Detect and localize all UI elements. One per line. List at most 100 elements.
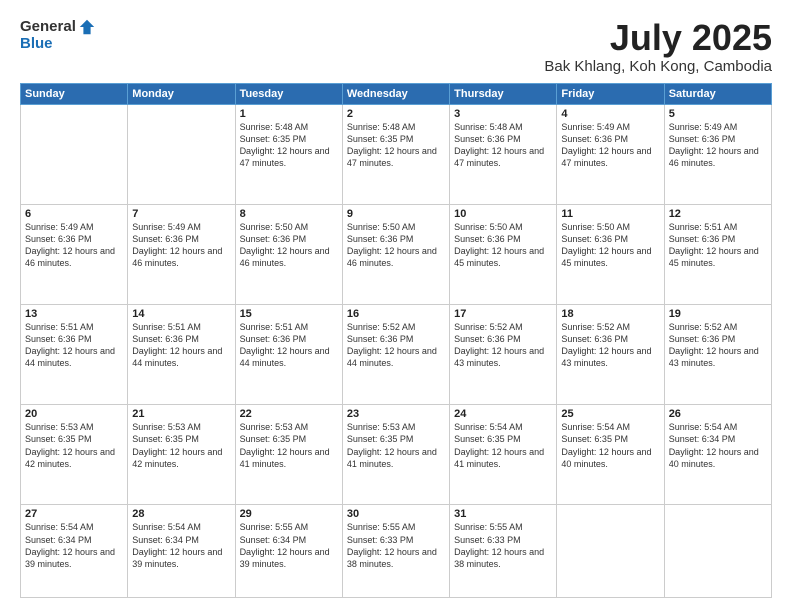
day-info: Sunrise: 5:54 AMSunset: 6:35 PMDaylight:… — [454, 421, 552, 470]
weekday-header-tuesday: Tuesday — [235, 83, 342, 104]
day-number: 21 — [132, 408, 230, 420]
calendar-cell: 13Sunrise: 5:51 AMSunset: 6:36 PMDayligh… — [21, 305, 128, 405]
weekday-header-sunday: Sunday — [21, 83, 128, 104]
week-row-5: 27Sunrise: 5:54 AMSunset: 6:34 PMDayligh… — [21, 505, 772, 598]
calendar-cell: 14Sunrise: 5:51 AMSunset: 6:36 PMDayligh… — [128, 305, 235, 405]
header: General Blue July 2025 Bak Khlang, Koh K… — [20, 18, 772, 75]
day-number: 11 — [561, 208, 659, 220]
day-number: 3 — [454, 108, 552, 120]
weekday-header-friday: Friday — [557, 83, 664, 104]
day-info: Sunrise: 5:48 AMSunset: 6:36 PMDaylight:… — [454, 121, 552, 170]
calendar-cell: 31Sunrise: 5:55 AMSunset: 6:33 PMDayligh… — [450, 505, 557, 598]
calendar-cell: 25Sunrise: 5:54 AMSunset: 6:35 PMDayligh… — [557, 405, 664, 505]
day-number: 23 — [347, 408, 445, 420]
calendar-cell: 20Sunrise: 5:53 AMSunset: 6:35 PMDayligh… — [21, 405, 128, 505]
calendar-cell: 12Sunrise: 5:51 AMSunset: 6:36 PMDayligh… — [664, 204, 771, 304]
calendar-cell: 28Sunrise: 5:54 AMSunset: 6:34 PMDayligh… — [128, 505, 235, 598]
day-info: Sunrise: 5:51 AMSunset: 6:36 PMDaylight:… — [132, 321, 230, 370]
day-number: 15 — [240, 308, 338, 320]
day-info: Sunrise: 5:51 AMSunset: 6:36 PMDaylight:… — [240, 321, 338, 370]
day-info: Sunrise: 5:54 AMSunset: 6:34 PMDaylight:… — [132, 521, 230, 570]
day-info: Sunrise: 5:53 AMSunset: 6:35 PMDaylight:… — [25, 421, 123, 470]
calendar-cell: 26Sunrise: 5:54 AMSunset: 6:34 PMDayligh… — [664, 405, 771, 505]
calendar-cell: 5Sunrise: 5:49 AMSunset: 6:36 PMDaylight… — [664, 104, 771, 204]
day-info: Sunrise: 5:50 AMSunset: 6:36 PMDaylight:… — [561, 221, 659, 270]
calendar-cell: 3Sunrise: 5:48 AMSunset: 6:36 PMDaylight… — [450, 104, 557, 204]
week-row-4: 20Sunrise: 5:53 AMSunset: 6:35 PMDayligh… — [21, 405, 772, 505]
calendar-cell: 21Sunrise: 5:53 AMSunset: 6:35 PMDayligh… — [128, 405, 235, 505]
calendar-cell: 8Sunrise: 5:50 AMSunset: 6:36 PMDaylight… — [235, 204, 342, 304]
calendar-cell: 17Sunrise: 5:52 AMSunset: 6:36 PMDayligh… — [450, 305, 557, 405]
calendar-cell: 2Sunrise: 5:48 AMSunset: 6:35 PMDaylight… — [342, 104, 449, 204]
day-info: Sunrise: 5:54 AMSunset: 6:35 PMDaylight:… — [561, 421, 659, 470]
day-number: 19 — [669, 308, 767, 320]
page: General Blue July 2025 Bak Khlang, Koh K… — [0, 0, 792, 612]
calendar-cell: 22Sunrise: 5:53 AMSunset: 6:35 PMDayligh… — [235, 405, 342, 505]
day-number: 29 — [240, 508, 338, 520]
calendar-cell — [21, 104, 128, 204]
day-info: Sunrise: 5:52 AMSunset: 6:36 PMDaylight:… — [347, 321, 445, 370]
day-info: Sunrise: 5:53 AMSunset: 6:35 PMDaylight:… — [347, 421, 445, 470]
day-number: 31 — [454, 508, 552, 520]
day-number: 22 — [240, 408, 338, 420]
calendar-cell: 9Sunrise: 5:50 AMSunset: 6:36 PMDaylight… — [342, 204, 449, 304]
logo: General Blue — [20, 18, 96, 53]
day-number: 16 — [347, 308, 445, 320]
day-number: 6 — [25, 208, 123, 220]
day-info: Sunrise: 5:55 AMSunset: 6:33 PMDaylight:… — [454, 521, 552, 570]
calendar-cell: 11Sunrise: 5:50 AMSunset: 6:36 PMDayligh… — [557, 204, 664, 304]
calendar-cell: 7Sunrise: 5:49 AMSunset: 6:36 PMDaylight… — [128, 204, 235, 304]
day-info: Sunrise: 5:49 AMSunset: 6:36 PMDaylight:… — [132, 221, 230, 270]
day-info: Sunrise: 5:51 AMSunset: 6:36 PMDaylight:… — [25, 321, 123, 370]
calendar-cell: 24Sunrise: 5:54 AMSunset: 6:35 PMDayligh… — [450, 405, 557, 505]
weekday-header-saturday: Saturday — [664, 83, 771, 104]
calendar-cell: 4Sunrise: 5:49 AMSunset: 6:36 PMDaylight… — [557, 104, 664, 204]
day-number: 26 — [669, 408, 767, 420]
title-block: July 2025 Bak Khlang, Koh Kong, Cambodia — [544, 18, 772, 75]
day-number: 9 — [347, 208, 445, 220]
day-number: 12 — [669, 208, 767, 220]
calendar-cell: 16Sunrise: 5:52 AMSunset: 6:36 PMDayligh… — [342, 305, 449, 405]
day-info: Sunrise: 5:50 AMSunset: 6:36 PMDaylight:… — [240, 221, 338, 270]
day-number: 4 — [561, 108, 659, 120]
calendar-cell: 30Sunrise: 5:55 AMSunset: 6:33 PMDayligh… — [342, 505, 449, 598]
day-number: 24 — [454, 408, 552, 420]
calendar-cell — [557, 505, 664, 598]
calendar-cell: 27Sunrise: 5:54 AMSunset: 6:34 PMDayligh… — [21, 505, 128, 598]
calendar-cell: 23Sunrise: 5:53 AMSunset: 6:35 PMDayligh… — [342, 405, 449, 505]
calendar-cell: 29Sunrise: 5:55 AMSunset: 6:34 PMDayligh… — [235, 505, 342, 598]
day-info: Sunrise: 5:52 AMSunset: 6:36 PMDaylight:… — [454, 321, 552, 370]
week-row-3: 13Sunrise: 5:51 AMSunset: 6:36 PMDayligh… — [21, 305, 772, 405]
day-number: 8 — [240, 208, 338, 220]
logo-icon — [78, 18, 96, 36]
day-info: Sunrise: 5:53 AMSunset: 6:35 PMDaylight:… — [240, 421, 338, 470]
day-info: Sunrise: 5:49 AMSunset: 6:36 PMDaylight:… — [669, 121, 767, 170]
weekday-header-monday: Monday — [128, 83, 235, 104]
day-info: Sunrise: 5:49 AMSunset: 6:36 PMDaylight:… — [561, 121, 659, 170]
day-info: Sunrise: 5:50 AMSunset: 6:36 PMDaylight:… — [347, 221, 445, 270]
location-title: Bak Khlang, Koh Kong, Cambodia — [544, 58, 772, 75]
weekday-header-wednesday: Wednesday — [342, 83, 449, 104]
day-number: 1 — [240, 108, 338, 120]
month-title: July 2025 — [544, 18, 772, 58]
week-row-1: 1Sunrise: 5:48 AMSunset: 6:35 PMDaylight… — [21, 104, 772, 204]
calendar-cell: 15Sunrise: 5:51 AMSunset: 6:36 PMDayligh… — [235, 305, 342, 405]
day-info: Sunrise: 5:48 AMSunset: 6:35 PMDaylight:… — [240, 121, 338, 170]
logo-blue-text: Blue — [20, 36, 96, 53]
week-row-2: 6Sunrise: 5:49 AMSunset: 6:36 PMDaylight… — [21, 204, 772, 304]
weekday-header-row: SundayMondayTuesdayWednesdayThursdayFrid… — [21, 83, 772, 104]
day-number: 10 — [454, 208, 552, 220]
calendar-table: SundayMondayTuesdayWednesdayThursdayFrid… — [20, 83, 772, 598]
calendar-cell — [664, 505, 771, 598]
day-info: Sunrise: 5:54 AMSunset: 6:34 PMDaylight:… — [25, 521, 123, 570]
calendar-cell: 10Sunrise: 5:50 AMSunset: 6:36 PMDayligh… — [450, 204, 557, 304]
day-info: Sunrise: 5:49 AMSunset: 6:36 PMDaylight:… — [25, 221, 123, 270]
day-info: Sunrise: 5:52 AMSunset: 6:36 PMDaylight:… — [669, 321, 767, 370]
day-info: Sunrise: 5:54 AMSunset: 6:34 PMDaylight:… — [669, 421, 767, 470]
day-number: 2 — [347, 108, 445, 120]
day-number: 20 — [25, 408, 123, 420]
day-number: 17 — [454, 308, 552, 320]
calendar-cell — [128, 104, 235, 204]
day-number: 27 — [25, 508, 123, 520]
day-number: 25 — [561, 408, 659, 420]
